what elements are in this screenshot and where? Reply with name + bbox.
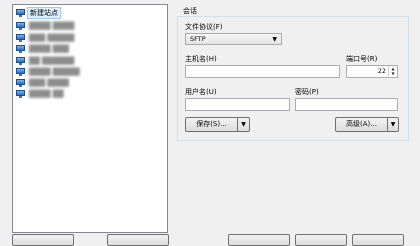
username-label: 用户名(U) (185, 88, 217, 96)
tree-item-site[interactable]: ████ ████ (16, 21, 74, 31)
protocol-select[interactable]: SFTP ▼ (185, 33, 282, 45)
save-button-label: 保存(S)... (196, 120, 227, 128)
save-button[interactable]: 保存(S)... (185, 117, 238, 132)
username-input[interactable] (185, 98, 290, 111)
computer-icon (16, 90, 25, 98)
advanced-button[interactable]: 高级(A)... (335, 117, 388, 132)
tree-item-new-site[interactable]: 新建站点 (16, 7, 61, 19)
computer-icon (16, 57, 25, 65)
computer-icon (16, 9, 25, 17)
tree-item-label: ████ ██ (29, 90, 64, 98)
chevron-down-icon: ▼ (241, 121, 246, 128)
computer-icon (16, 68, 25, 76)
tree-item-site[interactable]: ███ █████ (16, 33, 74, 43)
chevron-down-icon: ▼ (390, 121, 396, 128)
bottom-button[interactable] (107, 234, 169, 246)
tree-item-label: ██ ██████ (29, 57, 75, 65)
computer-icon (16, 45, 25, 53)
tree-item-site[interactable]: ██ ██████ (16, 56, 74, 66)
advanced-button-label: 高级(A)... (346, 120, 377, 128)
tree-item-label: ███ ████ (29, 79, 69, 87)
host-input[interactable] (185, 65, 340, 78)
tree-item-site[interactable]: ███ ████ (16, 78, 69, 88)
tree-item-label: 新建站点 (27, 7, 61, 19)
computer-icon (16, 79, 25, 87)
session-divider (178, 16, 408, 17)
protocol-label: 文件协议(F) (185, 23, 223, 31)
port-stepper[interactable]: 22 ▲ ▼ (346, 65, 398, 78)
computer-icon (16, 22, 25, 30)
bottom-button[interactable] (228, 234, 290, 246)
advanced-dropdown-button[interactable]: ▼ (387, 117, 399, 132)
bottom-button[interactable] (12, 234, 74, 246)
tree-item-label: ████ ████ (29, 22, 75, 30)
tree-item-label: ████ █████ (29, 68, 80, 76)
tree-item-label: ███ █████ (29, 34, 75, 42)
save-dropdown-button[interactable]: ▼ (237, 117, 250, 132)
port-value: 22 (377, 67, 386, 75)
spin-arrows-icon[interactable]: ▲ ▼ (388, 66, 397, 77)
port-label: 端口号(R) (346, 55, 378, 63)
computer-icon (16, 34, 25, 42)
chevron-down-icon: ▼ (272, 36, 277, 43)
password-label: 密码(P) (295, 88, 319, 96)
site-tree[interactable]: 新建站点 ████ ████ ███ █████ ████ ███ ██ ███… (12, 4, 168, 233)
protocol-value: SFTP (190, 35, 206, 43)
session-title: 会话 (183, 7, 197, 15)
tree-item-site[interactable]: ████ ██ (16, 89, 64, 99)
bottom-button[interactable] (295, 234, 347, 246)
bottom-button[interactable] (352, 234, 404, 246)
host-label: 主机名(H) (185, 55, 217, 63)
tree-item-site[interactable]: ████ █████ (16, 67, 80, 77)
tree-item-site[interactable]: ████ ███ (16, 44, 69, 54)
tree-item-label: ████ ███ (29, 45, 69, 53)
password-input[interactable] (295, 98, 398, 111)
